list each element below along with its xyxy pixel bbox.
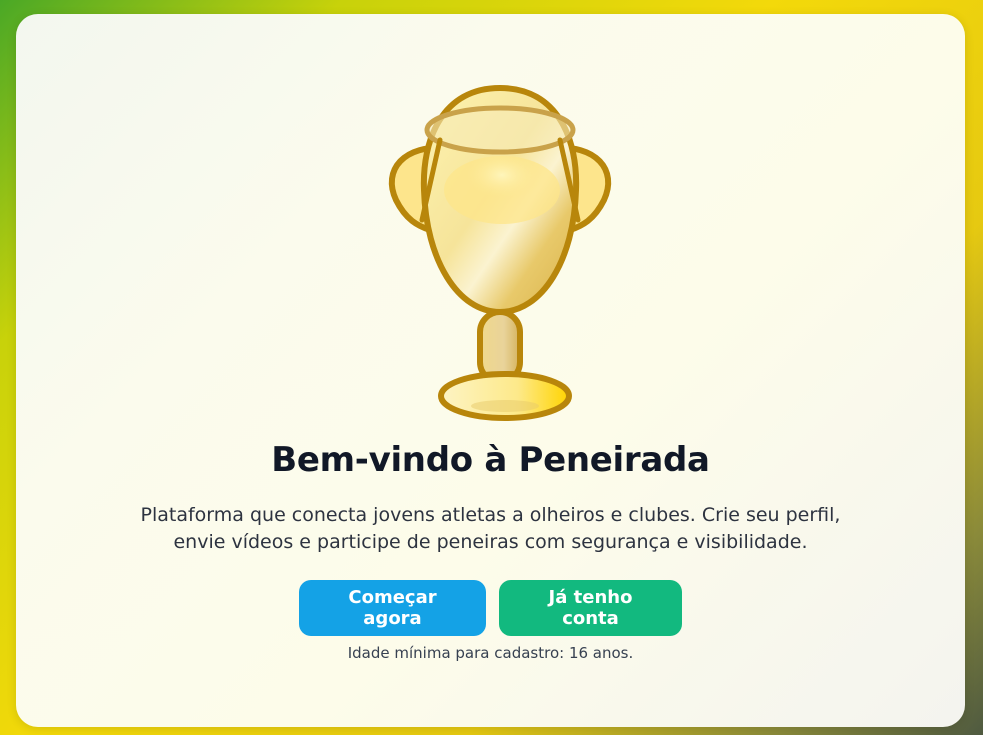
welcome-card: Bem-vindo à Peneirada Plataforma que con… [16, 14, 965, 727]
action-buttons: Começar agora Já tenho conta [16, 580, 965, 636]
description-line-1: Plataforma que conecta jovens atletas a … [140, 504, 841, 526]
age-requirement-note: Idade mínima para cadastro: 16 anos. [347, 644, 634, 662]
login-button[interactable]: Já tenho conta [499, 580, 682, 636]
welcome-description: Plataforma que conecta jovens atletas a … [136, 502, 845, 556]
description-line-2: envie vídeos e participe de peneiras com… [173, 531, 808, 553]
page-title: Bem-vindo à Peneirada [271, 440, 710, 480]
start-now-button[interactable]: Começar agora [299, 580, 486, 636]
trophy-icon [370, 70, 630, 430]
